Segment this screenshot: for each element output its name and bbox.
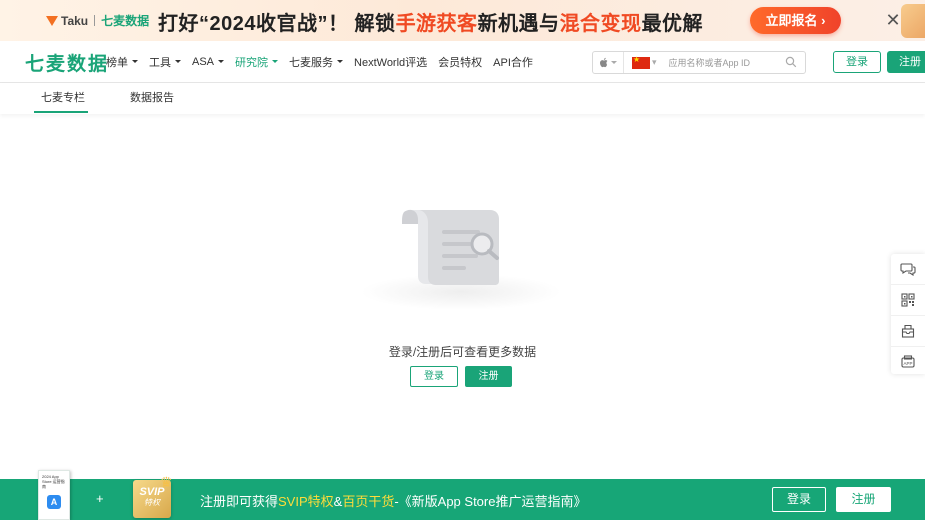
search-icon[interactable] <box>785 56 797 68</box>
apple-icon <box>600 57 608 68</box>
empty-register-button[interactable]: 注册 <box>465 366 512 387</box>
china-flag-icon[interactable] <box>632 55 650 69</box>
side-app-button[interactable]: APP <box>891 347 925 377</box>
menu-item-api[interactable]: API合作 <box>493 54 533 70</box>
svg-text:APP: APP <box>903 361 912 366</box>
login-button[interactable]: 登录 <box>833 51 881 73</box>
menu-label: 七麦服务 <box>289 56 334 69</box>
guide-book-cover: 2024 App Store 运营指南 A <box>38 470 70 520</box>
bottom-login-button[interactable]: 登录 <box>772 487 826 512</box>
app-icon: APP <box>901 355 915 368</box>
headline-highlight-2: 混合变现 <box>559 13 642 35</box>
document-search-illustration <box>361 209 561 310</box>
active-tab-indicator <box>34 111 88 113</box>
headline-highlight-1: 手游获客 <box>395 13 478 35</box>
promo-highlight-svip: SVIP特权 <box>278 494 334 509</box>
caret-down-icon <box>272 60 279 63</box>
menu-label: 会员特权 <box>438 56 483 69</box>
caret-down-icon <box>175 60 181 63</box>
menu-item-tools[interactable]: 工具 <box>149 54 181 70</box>
empty-login-button[interactable]: 登录 <box>410 366 458 387</box>
caret-down-icon <box>132 60 138 63</box>
app-search-bar: ▾ <box>592 51 806 74</box>
headline-part-3: 最优解 <box>641 13 704 35</box>
banner-headline: 打好“2024收官战”！ 解锁手游获客新机遇与混合变现最优解 <box>158 7 703 36</box>
headline-part-1: 打好“2024收官战”！ 解锁 <box>158 13 396 35</box>
promo-banner[interactable]: Taku 七麦数据 打好“2024收官战”！ 解锁手游获客新机遇与混合变现最优解… <box>0 0 925 41</box>
chevron-right-icon: › <box>821 13 826 28</box>
qimai-logo-text: 七麦数据 <box>101 14 150 28</box>
side-mail-button[interactable] <box>891 316 925 347</box>
menu-item-research[interactable]: 研究院 <box>235 54 279 70</box>
menu-label: 研究院 <box>235 56 269 69</box>
side-chat-button[interactable] <box>891 254 925 285</box>
bottom-promo-text: 注册即可获得SVIP特权&百页干货-《新版App Store推广运营指南》 <box>200 491 586 510</box>
menu-item-nextworld[interactable]: NextWorld评选 <box>354 54 427 70</box>
chat-icon <box>900 263 916 276</box>
plus-sign: + <box>96 491 104 506</box>
promo-text-part-1: 注册即可获得 <box>200 494 279 509</box>
caret-down-icon <box>218 60 225 63</box>
caret-down-icon <box>611 61 617 64</box>
menu-item-asa[interactable]: ASA <box>192 55 225 68</box>
register-button[interactable]: 注册 <box>887 51 925 73</box>
tab-qimai-column[interactable]: 七麦专栏 <box>41 89 85 105</box>
promo-highlight-pages: 百页干货 <box>342 494 395 509</box>
menu-label: NextWorld评选 <box>354 56 428 69</box>
sub-tabs: 七麦专栏 数据报告 <box>0 83 925 114</box>
caret-down-icon <box>337 60 344 63</box>
app-search-input[interactable] <box>666 56 781 69</box>
bottom-register-button[interactable]: 注册 <box>836 487 891 512</box>
main-menu: 榜单 工具 ASA 研究院 七麦服务 NextWorld评选 会员特权 API合… <box>106 41 544 82</box>
guide-book-title: 2024 App Store 运营指南 <box>42 474 65 489</box>
crown-icon: ♛ <box>160 474 173 490</box>
signup-now-button[interactable]: 立即报名 › <box>750 7 841 34</box>
tab-data-reports[interactable]: 数据报告 <box>130 89 174 105</box>
signup-now-label: 立即报名 <box>765 13 818 28</box>
menu-item-rankings[interactable]: 榜单 <box>106 54 138 70</box>
qrcode-icon <box>901 293 915 307</box>
taku-logo-text: Taku <box>61 13 89 28</box>
banner-logos: Taku 七麦数据 <box>46 12 149 29</box>
platform-select[interactable] <box>593 52 624 73</box>
taku-logo-icon <box>46 15 58 27</box>
menu-item-membership[interactable]: 会员特权 <box>438 54 482 70</box>
svip-subtitle: 特权 <box>144 498 160 507</box>
promo-text-amp: & <box>333 494 343 509</box>
logo-divider <box>94 15 96 26</box>
banner-decoration-icon <box>901 4 925 38</box>
menu-label: ASA <box>192 55 215 68</box>
menu-item-services[interactable]: 七麦服务 <box>289 54 344 70</box>
flag-caret-icon: ▾ <box>652 57 657 67</box>
app-store-icon: A <box>47 495 61 509</box>
mail-icon <box>901 324 915 338</box>
close-icon[interactable]: ✕ <box>884 11 902 29</box>
side-toolbar: APP <box>891 254 925 374</box>
menu-label: 榜单 <box>106 56 128 69</box>
side-qrcode-button[interactable] <box>891 285 925 316</box>
empty-state-message: 登录/注册后可查看更多数据 <box>388 345 537 359</box>
promo-text-part-3: -《新版App Store推广运营指南》 <box>394 494 587 509</box>
headline-part-2: 新机遇与 <box>477 13 560 35</box>
menu-label: 工具 <box>149 56 171 69</box>
menu-label: API合作 <box>493 56 533 69</box>
top-nav: 七麦数据 榜单 工具 ASA 研究院 七麦服务 NextWorld评选 会员特权… <box>0 41 925 83</box>
brand-logo[interactable]: 七麦数据 <box>25 49 109 76</box>
